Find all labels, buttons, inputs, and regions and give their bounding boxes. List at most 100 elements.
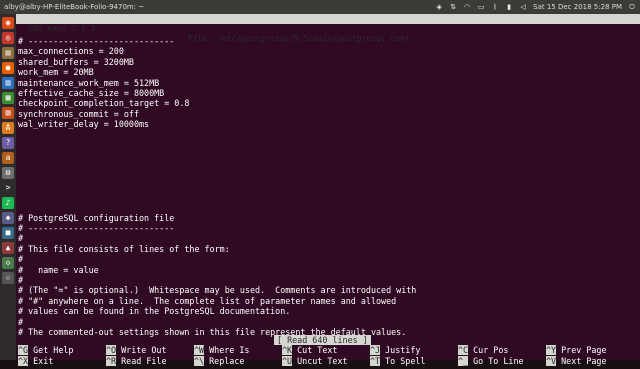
shortcut-label: Next Page — [556, 356, 607, 366]
nano-header: GNU nano 2.5.3 File: /etc/postgresql/9.5… — [16, 14, 640, 43]
keyboard-icon[interactable]: ▭ — [477, 3, 485, 11]
shortcut-justify[interactable]: ^J Justify — [370, 345, 420, 355]
window-title: alby@alby-HP-EliteBook-Folio-9470m: ~ — [4, 3, 145, 11]
volume-icon[interactable]: ◁ — [519, 3, 527, 11]
shortcut-key: ^_ — [458, 356, 469, 366]
shortcut-write-out[interactable]: ^O Write Out — [106, 345, 167, 355]
shortcut-key: ^C — [458, 345, 469, 355]
network-icon[interactable]: ⇅ — [449, 3, 457, 11]
shortcut-prev-page[interactable]: ^Y Prev Page — [546, 345, 607, 355]
shortcut-exit[interactable]: ^X Exit — [18, 356, 53, 366]
status-line: [ Read 640 lines ] — [274, 335, 371, 345]
editor-line: # This file consists of lines of the for… — [18, 243, 230, 254]
shortcut-key: ^R — [106, 356, 117, 366]
editor-line: # ----------------------------- — [18, 223, 175, 234]
terminal-window[interactable]: GNU nano 2.5.3 File: /etc/postgresql/9.5… — [16, 14, 640, 366]
shortcut-key: ^U — [282, 356, 293, 366]
shortcut-next-page[interactable]: ^V Next Page — [546, 356, 607, 366]
battery-icon[interactable]: ▮ — [505, 3, 513, 11]
editor-line: wal_writer_delay = 10000ms — [18, 119, 150, 130]
bluetooth-icon[interactable]: ᛒ — [491, 3, 499, 11]
ubuntu-icon[interactable]: ◉ — [2, 17, 14, 29]
editor-line: maintenance_work_mem = 512MB — [18, 77, 160, 88]
shortcut-label: Get Help — [28, 345, 74, 355]
shortcut-key: ^W — [194, 345, 205, 355]
shortcut-cut-text[interactable]: ^K Cut Text — [282, 345, 337, 355]
app-icon-16[interactable]: ▲ — [2, 242, 14, 254]
trash-icon[interactable]: ♲ — [2, 272, 14, 284]
calc-icon[interactable]: ▦ — [2, 92, 14, 104]
editor-line: # — [18, 274, 24, 285]
help-icon[interactable]: ? — [2, 137, 14, 149]
shortcut-label: Cut Text — [292, 345, 338, 355]
editor-line: effective_cache_size = 8000MB — [18, 87, 165, 98]
shortcut-label: Exit — [28, 356, 54, 366]
dropbox-icon[interactable]: ◈ — [435, 3, 443, 11]
app-icon-17[interactable]: ◇ — [2, 257, 14, 269]
power-icon[interactable]: ⏻ — [628, 3, 636, 11]
chrome-icon[interactable]: ◎ — [2, 32, 14, 44]
shortcut-key: ^J — [370, 345, 381, 355]
shortcut-where-is[interactable]: ^W Where Is — [194, 345, 249, 355]
shortcut-get-help[interactable]: ^G Get Help — [18, 345, 73, 355]
shortcut-label: Cur Pos — [468, 345, 509, 355]
shortcut-key: ^O — [106, 345, 117, 355]
top-panel: alby@alby-HP-EliteBook-Folio-9470m: ~ ◈ … — [0, 0, 640, 14]
spotify-icon[interactable]: ♪ — [2, 197, 14, 209]
launcher: ◉ ◎ ▤ ● ▥ ▦ ▧ A? a ⚙ > ♪ ◆ ■ ▲ ◇ ♲ — [0, 14, 16, 360]
software-center-icon[interactable]: A — [2, 122, 14, 134]
editor-line: shared_buffers = 3200MB — [18, 56, 134, 67]
shortcut-key: ^Y — [546, 345, 557, 355]
system-tray: ◈ ⇅ ◠ ▭ ᛒ ▮ ◁ Sat 15 Dec 2018 5:28 PM ⏻ — [435, 3, 636, 11]
shortcut-read-file[interactable]: ^R Read File — [106, 356, 167, 366]
editor-line: # name = value — [18, 264, 99, 275]
editor-line: # — [18, 316, 24, 327]
amazon-icon[interactable]: a — [2, 152, 14, 164]
shortcut-to-spell[interactable]: ^T To Spell — [370, 356, 425, 366]
editor-line: # (The "=" is optional.) Whitespace may … — [18, 285, 417, 296]
editor-line: max_connections = 200 — [18, 46, 124, 57]
shortcut-key: ^G — [18, 345, 29, 355]
editor-line: # ----------------------------- — [18, 36, 175, 46]
shortcut-go-to-line[interactable]: ^_ Go To Line — [458, 356, 524, 366]
impress-icon[interactable]: ▧ — [2, 107, 14, 119]
shortcut-label: Replace — [204, 356, 245, 366]
files-icon[interactable]: ▤ — [2, 47, 14, 59]
shortcut-label: Write Out — [116, 345, 167, 355]
clock[interactable]: Sat 15 Dec 2018 5:28 PM — [533, 3, 622, 11]
editor-line: # PostgreSQL configuration file — [18, 212, 175, 223]
wifi-icon[interactable]: ◠ — [463, 3, 471, 11]
firefox-icon[interactable]: ● — [2, 62, 14, 74]
editor-line: synchronous_commit = off — [18, 108, 140, 119]
shortcut-uncut-text[interactable]: ^U Uncut Text — [282, 356, 348, 366]
shortcut-label: To Spell — [380, 356, 426, 366]
app-icon-14[interactable]: ◆ — [2, 212, 14, 224]
terminal-icon[interactable]: > — [2, 182, 14, 194]
editor-line: # values can be found in the PostgreSQL … — [18, 306, 291, 317]
shortcut-key: ^T — [370, 356, 381, 366]
editor-line: # — [18, 233, 24, 244]
editor-line: checkpoint_completion_target = 0.8 — [18, 98, 190, 109]
shortcut-label: Prev Page — [556, 345, 607, 355]
shortcut-cur-pos[interactable]: ^C Cur Pos — [458, 345, 508, 355]
writer-icon[interactable]: ▥ — [2, 77, 14, 89]
shortcut-label: Where Is — [204, 345, 250, 355]
shortcut-bar: ^G Get Help ^X Exit ^O Write Out ^R Read Fi… — [16, 345, 640, 369]
settings-icon[interactable]: ⚙ — [2, 167, 14, 179]
editor-line: # — [18, 254, 24, 265]
shortcut-key: ^\ — [194, 356, 205, 366]
editor-buffer[interactable]: # ----------------------------- max_conne… — [18, 36, 638, 337]
editor-line: # "#" anywhere on a line. The complete l… — [18, 295, 397, 306]
app-icon-15[interactable]: ■ — [2, 227, 14, 239]
shortcut-key: ^K — [282, 345, 293, 355]
nano-version: GNU nano 2.5.3 — [28, 24, 96, 33]
shortcut-replace[interactable]: ^\ Replace — [194, 356, 244, 366]
